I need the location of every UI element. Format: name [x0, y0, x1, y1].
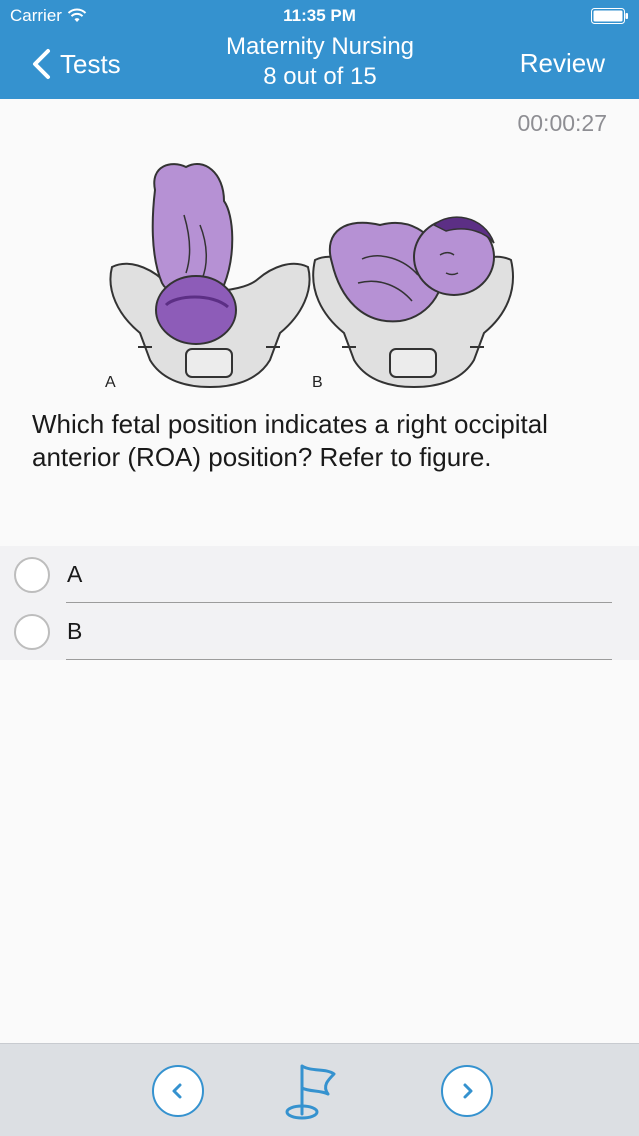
flag-question-button[interactable] [280, 1058, 340, 1122]
chevron-left-icon [172, 1083, 182, 1099]
chevron-right-icon [463, 1083, 473, 1099]
divider [66, 659, 612, 660]
answer-list: A B [0, 546, 639, 660]
battery-icon [591, 8, 628, 24]
elapsed-timer: 00:00:27 [517, 110, 607, 136]
fetal-position-figure: A B [105, 163, 514, 391]
answer-label: B [67, 618, 83, 644]
figure-label-a: A [105, 374, 116, 391]
fetus-illustration-a [151, 163, 237, 345]
answer-label: A [67, 561, 83, 587]
back-button-label: Tests [60, 48, 121, 79]
status-bar: Carrier 11:35 PM [0, 0, 639, 32]
nav-title: Maternity Nursing 8 out of 15 [170, 32, 470, 92]
navigation-bar: Carrier 11:35 PM Tests Maternity Nursing… [0, 0, 639, 99]
question-text: Which fetal position indicates a right o… [32, 409, 548, 472]
answer-option-b[interactable]: B [0, 603, 639, 660]
test-title: Maternity Nursing [225, 33, 415, 60]
chevron-left-icon [33, 49, 50, 79]
status-time: 11:35 PM [283, 6, 356, 25]
bottom-toolbar [0, 1043, 639, 1136]
answer-option-a[interactable]: A [0, 546, 639, 603]
question-progress: 8 out of 15 [263, 63, 377, 90]
back-button[interactable]: Tests [30, 48, 121, 80]
next-question-button[interactable] [441, 1065, 493, 1117]
flag-icon [285, 1064, 336, 1120]
radio-button[interactable] [14, 614, 50, 650]
radio-button[interactable] [14, 557, 50, 593]
figure-label-b: B [312, 374, 323, 391]
previous-question-button[interactable] [152, 1065, 204, 1117]
review-button[interactable]: Review [520, 48, 605, 79]
